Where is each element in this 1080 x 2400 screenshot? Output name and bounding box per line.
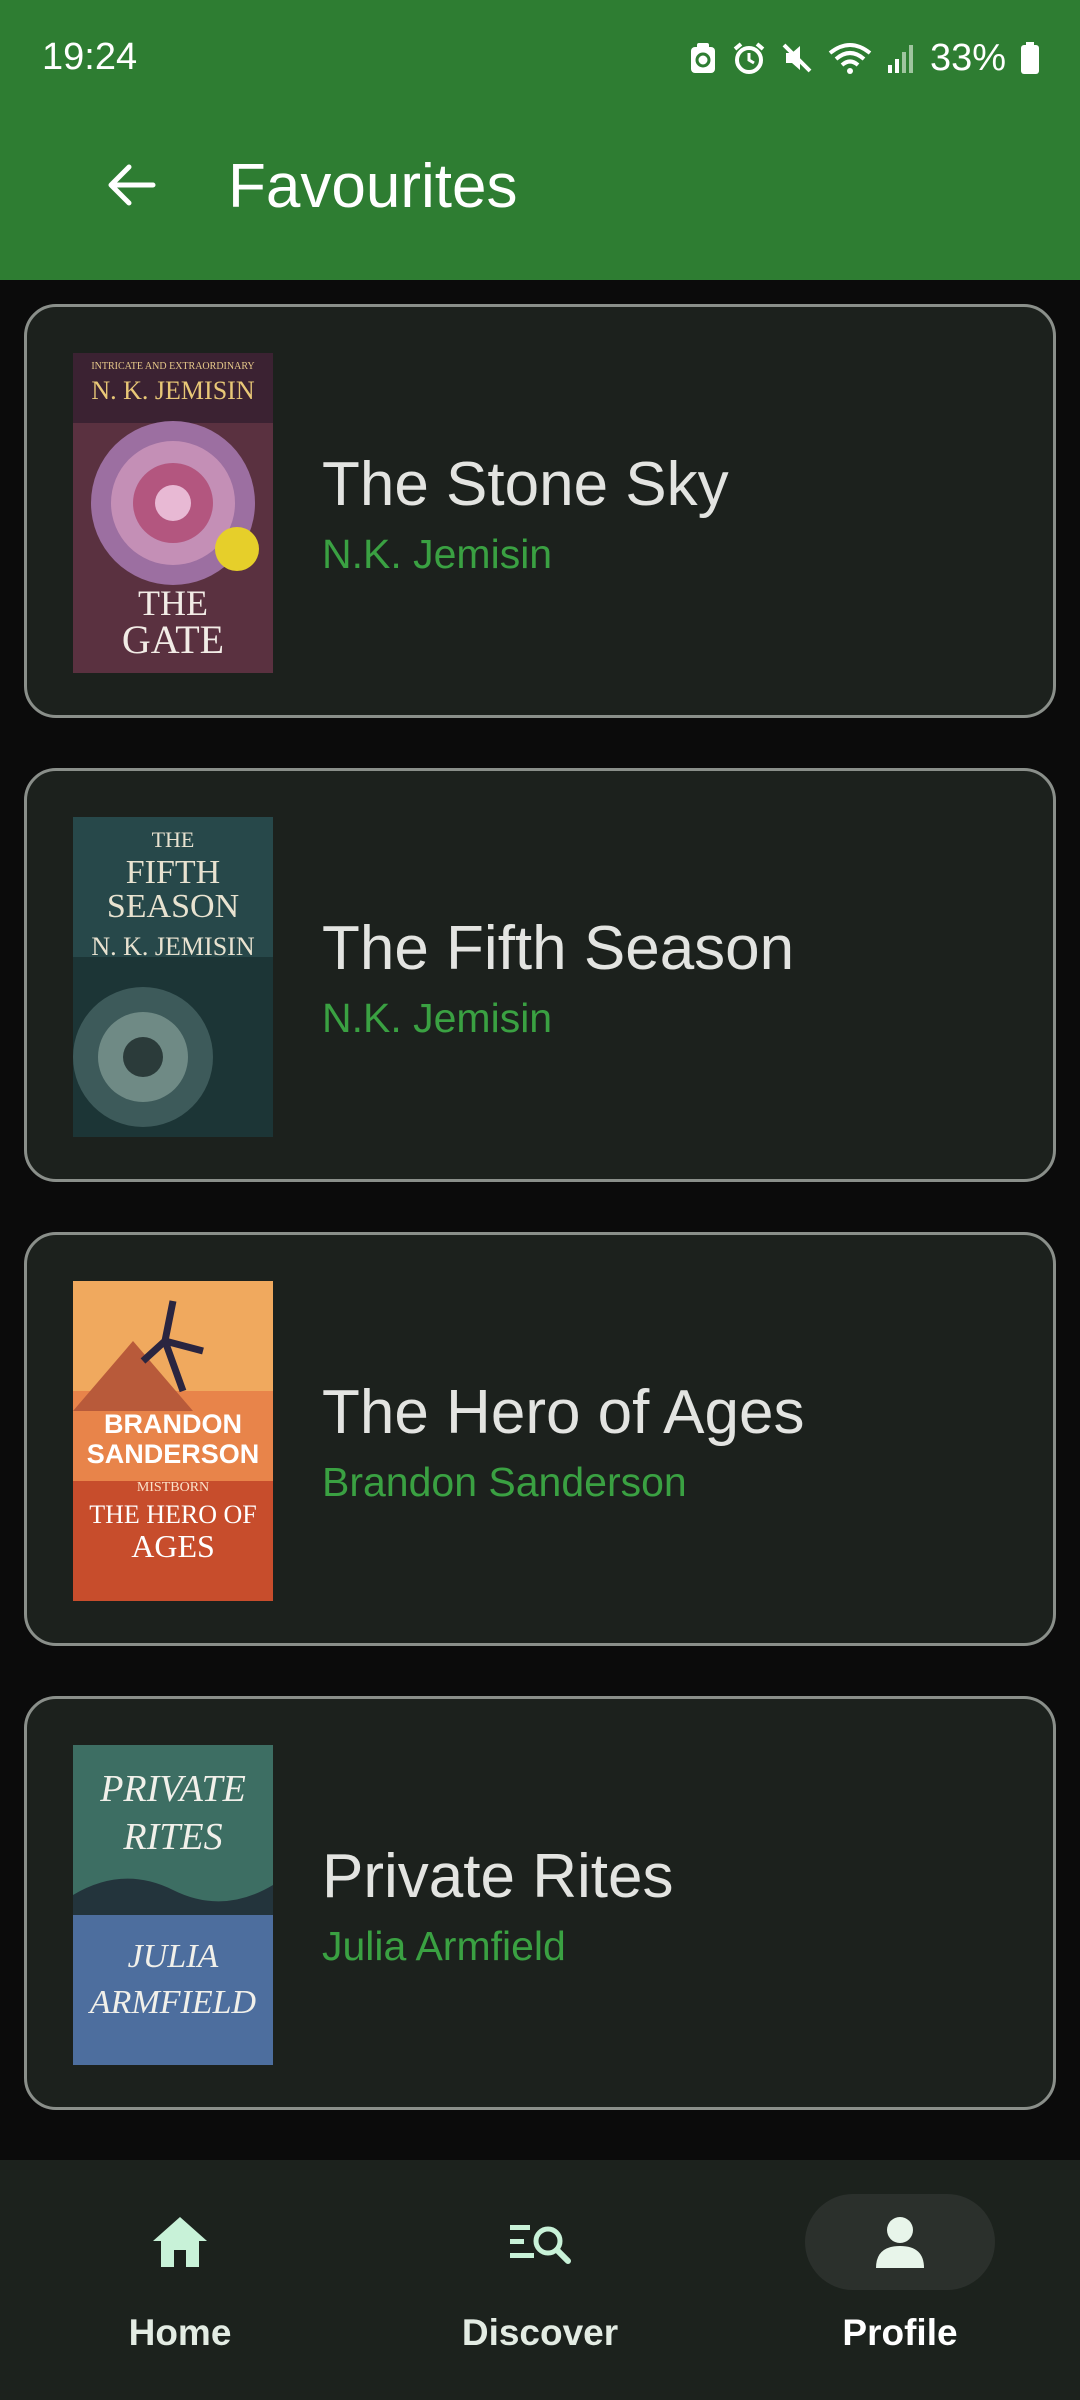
svg-text:ARMFIELD: ARMFIELD [88, 1984, 257, 2021]
book-cover: INTRICATE AND EXTRAORDINARY N. K. JEMISI… [73, 353, 273, 673]
mute-icon [782, 43, 812, 73]
book-card-private-rites[interactable]: PRIVATE RITES JULIA ARMFIELD Private Rit… [24, 1696, 1056, 2110]
status-icons: 33% [688, 36, 1040, 80]
cover-text-tagline: INTRICATE AND EXTRAORDINARY [91, 361, 254, 372]
status-time: 19:24 [42, 36, 138, 78]
book-author: Brandon Sanderson [322, 1459, 687, 1505]
back-button[interactable] [96, 150, 166, 220]
nav-profile-label: Profile [842, 2312, 958, 2353]
svg-text:PRIVATE: PRIVATE [99, 1768, 246, 1810]
nav-discover-icon-container [445, 2194, 635, 2290]
book-author: N.K. Jemisin [322, 995, 553, 1041]
book-author: N.K. Jemisin [322, 531, 553, 577]
svg-text:THE: THE [152, 827, 195, 852]
svg-text:AGES: AGES [131, 1528, 215, 1564]
nav-profile[interactable]: Profile [750, 2194, 1050, 2374]
svg-text:SEASON: SEASON [107, 888, 239, 925]
battery-icon [1021, 42, 1039, 74]
nav-discover-label: Discover [461, 2312, 619, 2353]
book-title: The Hero of Ages [322, 1378, 805, 1447]
battery-percent: 33% [929, 36, 1006, 79]
svg-text:RITES: RITES [122, 1816, 222, 1858]
book-card-stone-sky[interactable]: INTRICATE AND EXTRAORDINARY N. K. JEMISI… [24, 304, 1056, 718]
recycle-icon [690, 43, 715, 73]
svg-text:JULIA: JULIA [128, 1938, 219, 1975]
svg-text:GATE: GATE [122, 617, 224, 662]
nav-home-icon-container [85, 2194, 275, 2290]
book-cover: THE FIFTH SEASON N. K. JEMISIN [73, 817, 273, 1137]
svg-text:SANDERSON: SANDERSON [87, 1439, 260, 1469]
nav-profile-icon-container [805, 2194, 995, 2290]
book-title: The Fifth Season [322, 914, 795, 983]
wifi-icon [828, 43, 872, 74]
book-cover: BRANDON SANDERSON MISTBORN THE HERO OF A… [73, 1281, 273, 1601]
svg-text:FIFTH: FIFTH [126, 854, 220, 891]
arrow-back-icon [108, 164, 156, 206]
book-cover: PRIVATE RITES JULIA ARMFIELD [73, 1745, 273, 2065]
alarm-icon [733, 42, 765, 74]
bottom-navigation: Home Discover Profile [0, 2160, 1080, 2400]
signal-icon [887, 45, 913, 73]
svg-text:THE HERO OF: THE HERO OF [89, 1500, 257, 1529]
cover-text-author: N. K. JEMISIN [91, 932, 254, 961]
app-bar: Favourites [0, 124, 1080, 280]
book-title: The Stone Sky [322, 450, 729, 519]
nav-home[interactable]: Home [30, 2194, 330, 2374]
book-title: Private Rites [322, 1842, 674, 1911]
person-icon [876, 2217, 924, 2268]
cover-text-series: MISTBORN [137, 1480, 209, 1495]
book-author: Julia Armfield [322, 1923, 566, 1969]
home-icon [153, 2217, 207, 2267]
page-title: Favourites [228, 152, 518, 221]
book-card-fifth-season[interactable]: THE FIFTH SEASON N. K. JEMISIN The Fifth… [24, 768, 1056, 1182]
svg-text:BRANDON: BRANDON [104, 1409, 242, 1439]
nav-home-label: Home [128, 2312, 232, 2353]
discover-search-icon [510, 2225, 571, 2264]
status-bar: 19:24 33% [0, 0, 1080, 124]
nav-discover[interactable]: Discover [390, 2194, 690, 2374]
book-card-hero-of-ages[interactable]: BRANDON SANDERSON MISTBORN THE HERO OF A… [24, 1232, 1056, 1646]
cover-text-author: N. K. JEMISIN [91, 376, 254, 405]
